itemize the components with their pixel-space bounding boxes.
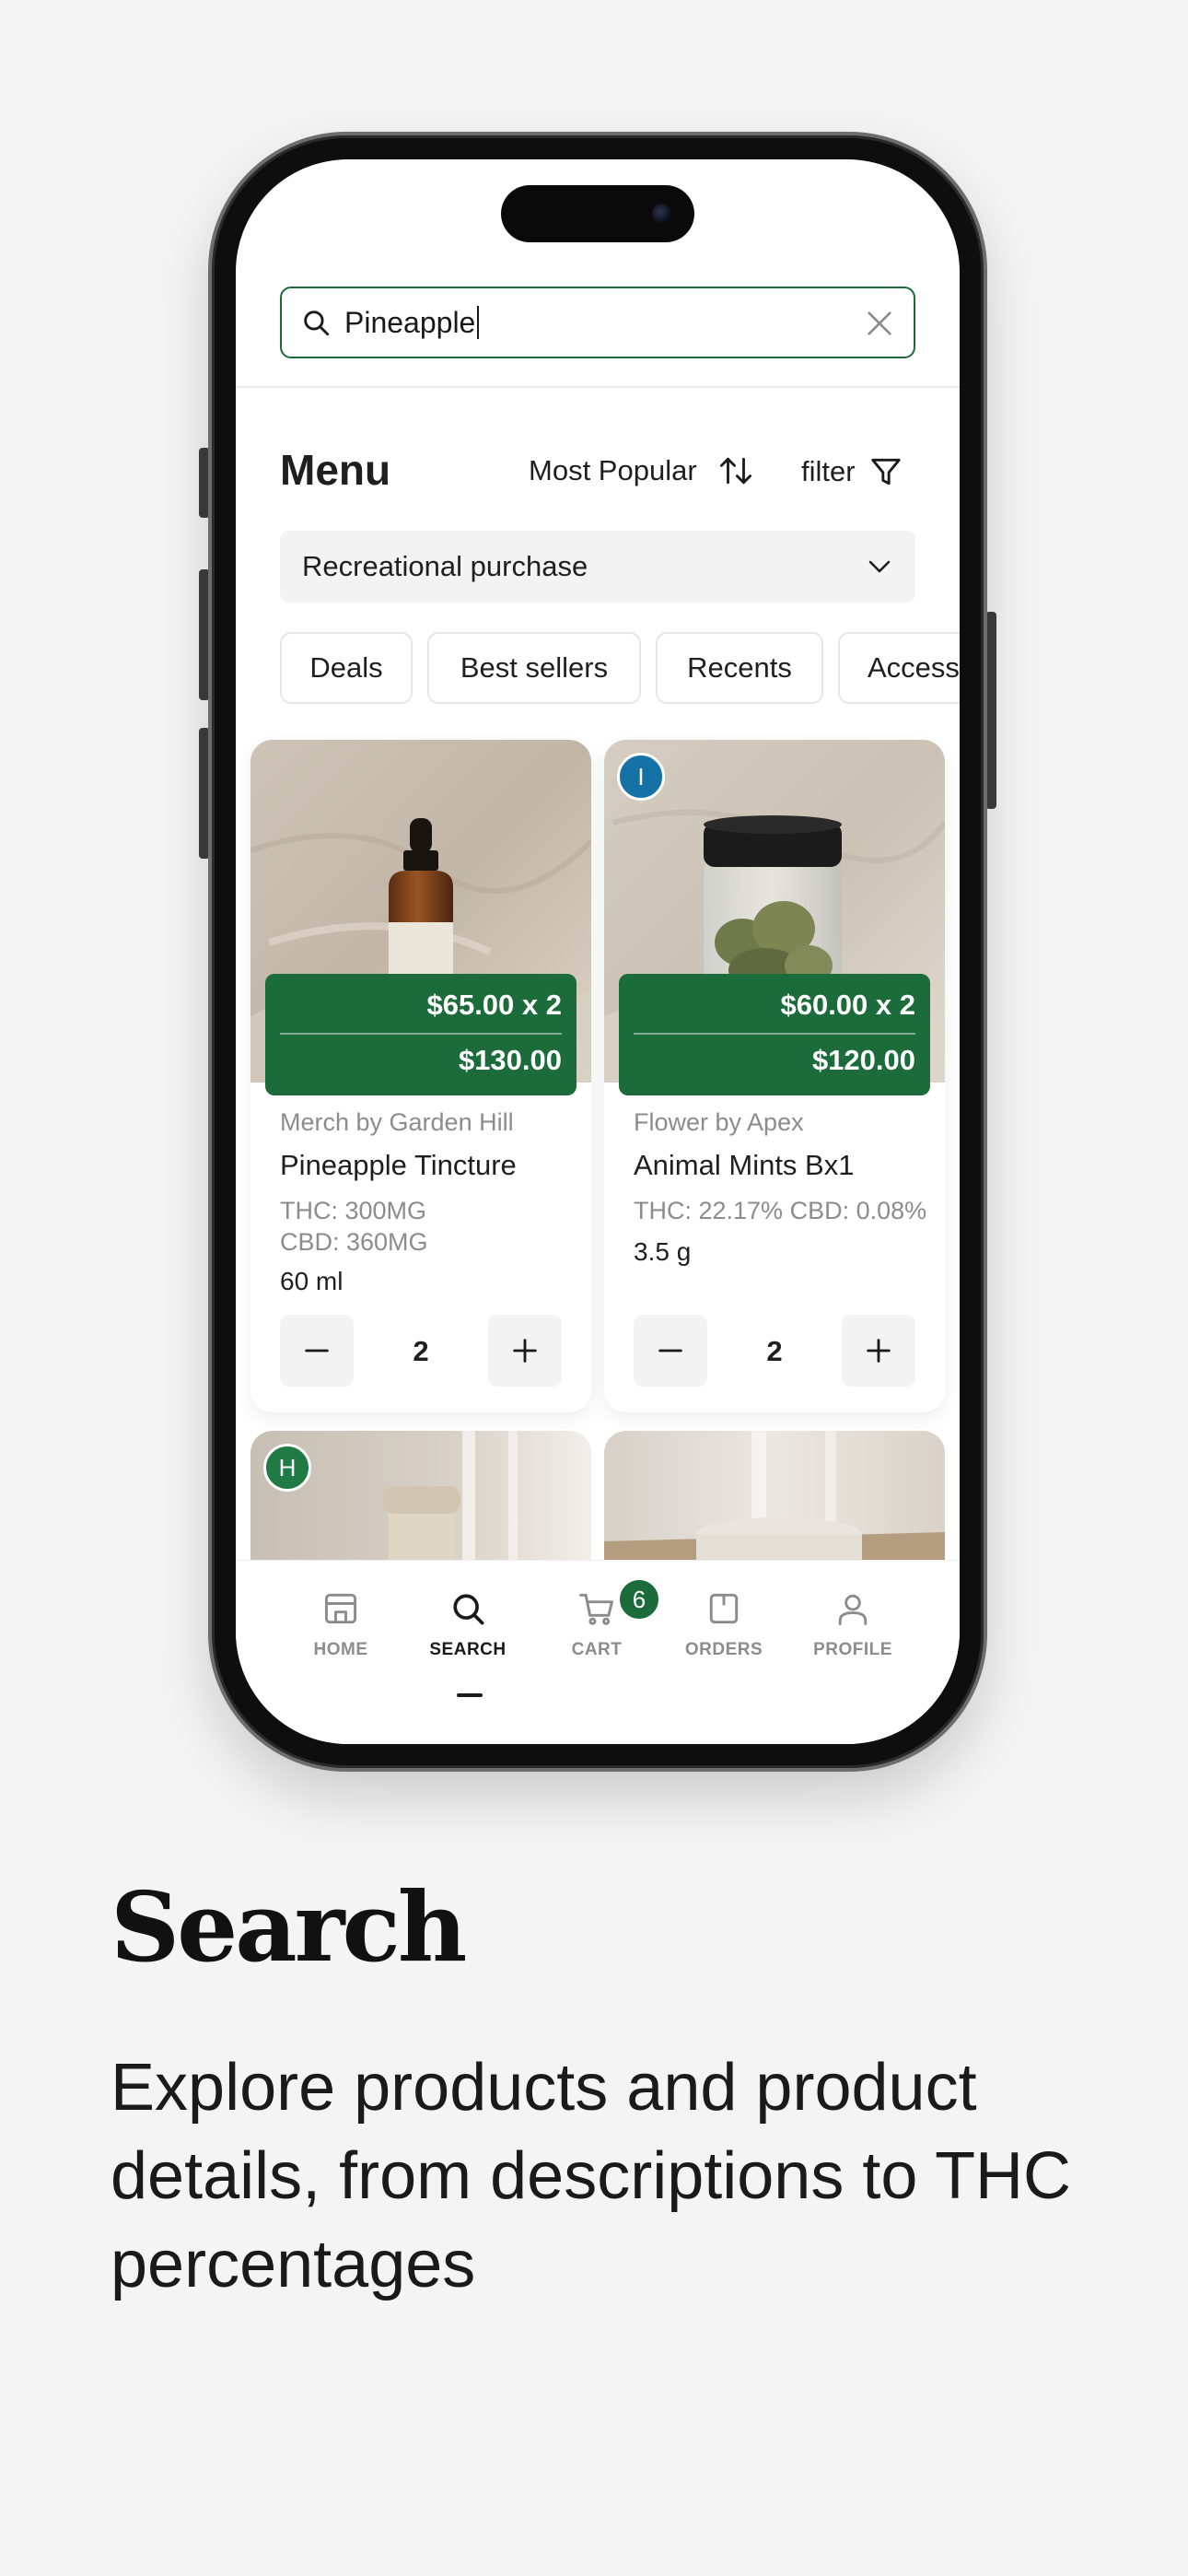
search-input[interactable]: Pineapple bbox=[280, 287, 915, 358]
cart-icon bbox=[579, 1593, 613, 1625]
product-brand: Merch by Garden Hill bbox=[280, 1108, 514, 1136]
caption-title: Search bbox=[111, 1870, 467, 1984]
menu-title: Menu bbox=[280, 446, 391, 494]
product-card[interactable]: $65.00 x 2 $130.00 Merch by Garden Hill … bbox=[250, 740, 591, 1412]
clear-icon[interactable] bbox=[864, 308, 895, 339]
quantity-stepper: 2 bbox=[634, 1315, 915, 1387]
quantity-stepper: 2 bbox=[280, 1315, 562, 1387]
unit-price: $60.00 x 2 bbox=[780, 989, 915, 1021]
product-name[interactable]: Animal Mints Bx1 bbox=[634, 1149, 854, 1182]
sort-label: Most Popular bbox=[529, 454, 697, 486]
total-price: $130.00 bbox=[458, 1044, 562, 1076]
tab-profile[interactable]: PROFILE bbox=[788, 1588, 917, 1660]
product-size: 3.5 g bbox=[634, 1237, 692, 1266]
increment-button[interactable] bbox=[488, 1315, 562, 1387]
caption-body: Explore products and product details, fr… bbox=[111, 2051, 1072, 2301]
filter-button[interactable]: filter bbox=[801, 454, 903, 489]
search-icon bbox=[304, 310, 330, 336]
product-cannabinoids: THC: 300MG CBD: 360MG bbox=[280, 1197, 428, 1256]
chevron-down-icon bbox=[868, 560, 891, 573]
tab-label: ORDERS bbox=[684, 1640, 763, 1659]
header-divider bbox=[236, 386, 960, 388]
product-card[interactable]: I $60.00 x 2 $120.00 Flower by Apex Anim… bbox=[604, 740, 945, 1412]
bottom-tab-bar: HOME SEARCH CART ORDERS PROFILE 6 bbox=[236, 1560, 960, 1744]
tab-search[interactable]: SEARCH bbox=[403, 1588, 532, 1660]
chip-recents[interactable]: Recents bbox=[656, 632, 823, 704]
search-icon bbox=[453, 1594, 484, 1625]
tab-label: HOME bbox=[313, 1640, 368, 1659]
chip-deals[interactable]: Deals bbox=[280, 632, 413, 704]
plus-icon bbox=[513, 1339, 537, 1363]
tab-label: CART bbox=[571, 1640, 623, 1659]
user-icon bbox=[838, 1594, 868, 1625]
purchase-type-select[interactable]: Recreational purchase bbox=[280, 531, 915, 603]
store-icon bbox=[324, 1593, 357, 1624]
tab-home[interactable]: HOME bbox=[276, 1588, 405, 1660]
price-summary: $65.00 x 2 $130.00 bbox=[265, 974, 577, 1095]
phone-screen: Pineapple Menu Most Popular filter Recre… bbox=[236, 159, 960, 1744]
purchase-type-value: Recreational purchase bbox=[302, 550, 588, 582]
dynamic-island bbox=[501, 185, 694, 242]
active-tab-indicator bbox=[457, 1693, 483, 1697]
product-badge: I bbox=[617, 753, 665, 801]
tab-label: SEARCH bbox=[429, 1640, 507, 1659]
filter-icon bbox=[870, 458, 901, 486]
price-divider bbox=[280, 1033, 562, 1035]
total-price: $120.00 bbox=[811, 1044, 915, 1076]
increment-button[interactable] bbox=[842, 1315, 915, 1387]
price-divider bbox=[634, 1033, 915, 1035]
sort-button[interactable]: Most Popular bbox=[529, 454, 754, 487]
search-value[interactable]: Pineapple bbox=[344, 306, 480, 339]
filter-label: filter bbox=[801, 455, 856, 487]
price-summary: $60.00 x 2 $120.00 bbox=[619, 974, 930, 1095]
chip-accessories[interactable]: Access bbox=[838, 632, 960, 704]
camera-icon bbox=[652, 204, 672, 224]
product-size: 60 ml bbox=[280, 1267, 344, 1295]
product-badge: H bbox=[263, 1444, 311, 1492]
chip-best-sellers[interactable]: Best sellers bbox=[427, 632, 641, 704]
orders-icon bbox=[709, 1593, 739, 1624]
tab-label: PROFILE bbox=[813, 1640, 892, 1659]
unit-price: $65.00 x 2 bbox=[426, 989, 562, 1021]
product-cannabinoids: THC: 22.17% CBD: 0.08% bbox=[634, 1197, 927, 1224]
plus-icon bbox=[867, 1339, 891, 1363]
product-name[interactable]: Pineapple Tincture bbox=[280, 1149, 517, 1182]
tab-orders[interactable]: ORDERS bbox=[659, 1588, 788, 1660]
cart-count-badge: 6 bbox=[617, 1577, 661, 1622]
category-chips: Deals Best sellers Recents Access bbox=[280, 632, 960, 704]
sort-arrows-icon bbox=[719, 457, 751, 485]
product-brand: Flower by Apex bbox=[634, 1108, 804, 1136]
